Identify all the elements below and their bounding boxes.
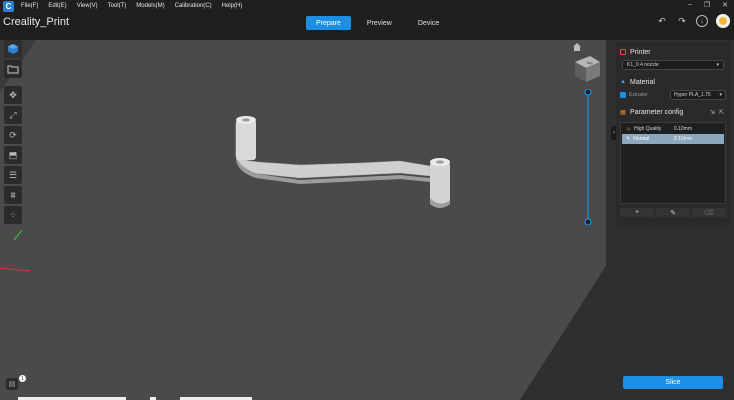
printer-value: K1_0.4 nozzle — [627, 62, 659, 68]
maximize-button[interactable]: ❐ — [704, 1, 710, 9]
toolbar-separator — [4, 80, 22, 84]
split-icon[interactable]: ☰ — [4, 166, 22, 184]
material-header: ▲ Material — [616, 76, 730, 88]
profile-list: ☺ High Quality 0.10mm ✎ Normal 0.10mm — [620, 122, 726, 204]
parameter-config-header: ▦ Parameter config ⇲ ⇱ — [616, 106, 730, 118]
tab-prepare[interactable]: Prepare — [306, 16, 351, 30]
delete-profile-button[interactable]: ⌫ — [692, 208, 726, 217]
menu-help[interactable]: Help(H) — [222, 3, 243, 9]
mode-tabs: Prepare Preview Device — [306, 16, 449, 30]
menu-file[interactable]: File(F) — [21, 3, 38, 9]
app-logo-icon: C — [3, 0, 14, 12]
profile-layer-height: 0.10mm — [673, 126, 692, 132]
profile-layer-height: 0.10mm — [673, 136, 692, 142]
printer-label: Printer — [630, 48, 651, 56]
tab-device[interactable]: Device — [408, 16, 449, 30]
menu-models[interactable]: Models(M) — [136, 3, 164, 9]
add-profile-button[interactable]: + — [620, 208, 654, 217]
download-icon[interactable]: ↓ — [696, 15, 708, 27]
notification-badge: 1 — [19, 375, 26, 382]
message-icon[interactable]: ▤ — [6, 378, 18, 390]
svg-text:Top: Top — [586, 60, 593, 65]
menu-bar: C File(F) Edit(E) View(V) Tool(T) Models… — [0, 0, 252, 12]
app-window: Top C File(F) Edit(E) View(V) Tool(T) Mo… — [0, 0, 734, 400]
menu-edit[interactable]: Edit(E) — [48, 3, 66, 9]
tab-preview[interactable]: Preview — [357, 16, 402, 30]
extruder-label: Extruder — [629, 92, 648, 98]
material-label: Material — [630, 78, 655, 86]
edit-profile-button[interactable]: ✎ — [656, 208, 690, 217]
move-icon[interactable]: ✥ — [4, 86, 22, 104]
open-folder-icon[interactable] — [4, 60, 22, 78]
menu-tool[interactable]: Tool(T) — [108, 3, 127, 9]
profile-actions: + ✎ ⌫ — [620, 208, 726, 217]
top-right-tools: ↶ ↷ ↓ — [656, 14, 730, 28]
window-controls: – ❐ ✕ — [688, 1, 728, 9]
profile-name: Normal — [633, 136, 650, 142]
profile-name: High Quality — [634, 126, 662, 132]
rotate-icon[interactable]: ⟳ — [4, 126, 22, 144]
material-value: Hyper PLA_1.75 — [674, 92, 711, 98]
printer-select[interactable]: K1_0.4 nozzle ▾ — [622, 60, 724, 70]
printer-header: Printer — [616, 46, 730, 58]
minimize-button[interactable]: – — [688, 1, 692, 9]
slider-top-handle — [584, 89, 592, 96]
profile-icon: ✎ — [626, 136, 631, 142]
arrange-icon[interactable]: ⁘ — [4, 206, 22, 224]
slider-bottom-handle — [584, 218, 592, 225]
chevron-down-icon: ▾ — [716, 62, 719, 68]
printer-icon — [620, 49, 626, 55]
material-icon: ▲ — [620, 79, 626, 85]
extruder-checkbox[interactable] — [620, 92, 626, 98]
profile-icon: ☺ — [626, 126, 632, 132]
left-toolbar: ✥ ⤢ ⟳ ⬒ ☰ ⩩ ⁘ — [4, 40, 22, 224]
material-select[interactable]: Hyper PLA_1.75 ▾ — [670, 90, 726, 100]
add-model-icon[interactable] — [4, 40, 22, 58]
profile-row-high-quality[interactable]: ☺ High Quality 0.10mm — [622, 124, 724, 134]
avatar[interactable] — [716, 14, 730, 28]
build-plate — [0, 40, 606, 400]
export-icon[interactable]: ⇱ — [719, 109, 724, 116]
project-title: Creality_Print — [3, 16, 70, 28]
extruder-row: Extruder Hyper PLA_1.75 ▾ — [620, 90, 726, 100]
undo-icon[interactable]: ↶ — [656, 15, 668, 27]
chevron-down-icon: ▾ — [719, 92, 722, 98]
profile-row-normal[interactable]: ✎ Normal 0.10mm — [622, 134, 724, 144]
menu-view[interactable]: View(V) — [77, 3, 98, 9]
lay-flat-icon[interactable]: ⬒ — [4, 146, 22, 164]
scale-icon[interactable]: ⤢ — [4, 106, 22, 124]
slice-button[interactable]: Slice — [623, 376, 723, 389]
config-icon: ▦ — [620, 109, 626, 116]
redo-icon[interactable]: ↷ — [676, 15, 688, 27]
menu-calibration[interactable]: Calibration(C) — [175, 3, 212, 9]
import-icon[interactable]: ⇲ — [710, 109, 715, 116]
support-icon[interactable]: ⩩ — [4, 186, 22, 204]
layer-slider[interactable] — [583, 89, 593, 225]
close-button[interactable]: ✕ — [722, 1, 728, 9]
settings-panel: Printer K1_0.4 nozzle ▾ ▲ Material Extru… — [616, 42, 730, 228]
title-bar: C File(F) Edit(E) View(V) Tool(T) Models… — [0, 0, 734, 40]
parameter-config-label: Parameter config — [630, 108, 684, 116]
